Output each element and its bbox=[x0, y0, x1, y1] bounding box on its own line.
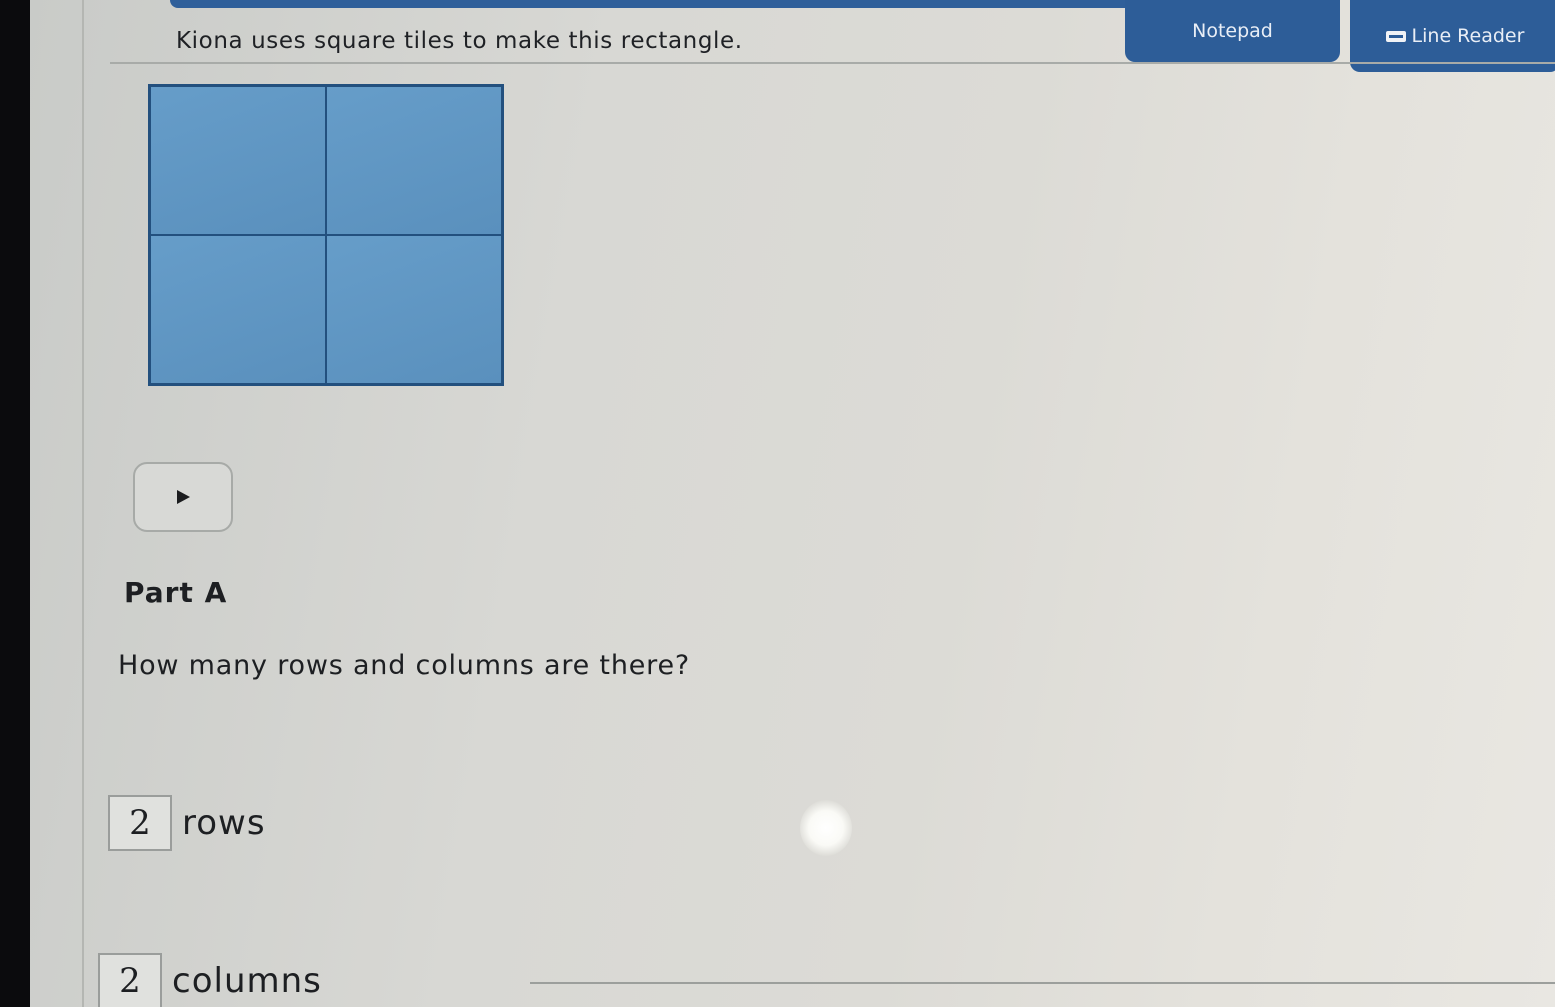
square-tile bbox=[326, 86, 502, 235]
columns-input[interactable] bbox=[98, 953, 162, 1007]
rows-input[interactable] bbox=[108, 795, 172, 851]
tile-rectangle-figure bbox=[148, 84, 504, 386]
screen-edge bbox=[82, 0, 84, 1007]
square-tile bbox=[326, 235, 502, 384]
question-prompt: Kiona uses square tiles to make this rec… bbox=[176, 28, 743, 54]
columns-label: columns bbox=[172, 961, 322, 1001]
test-screen: Notepad Line Reader Kiona uses square ti… bbox=[30, 0, 1555, 1007]
columns-answer-row: columns bbox=[98, 953, 322, 1007]
play-icon bbox=[176, 490, 190, 504]
line-reader-icon bbox=[1385, 30, 1406, 42]
part-question: How many rows and columns are there? bbox=[118, 650, 690, 681]
square-tile bbox=[150, 235, 326, 384]
header-divider bbox=[110, 62, 1555, 64]
play-audio-button[interactable] bbox=[133, 462, 233, 532]
notepad-button[interactable]: Notepad bbox=[1125, 0, 1340, 62]
toolbar-left-tab bbox=[170, 0, 1210, 8]
notepad-label: Notepad bbox=[1192, 20, 1273, 42]
line-reader-label: Line Reader bbox=[1411, 25, 1525, 47]
rows-answer-row: rows bbox=[108, 795, 266, 851]
screen-glare bbox=[800, 800, 852, 856]
part-heading: Part A bbox=[124, 576, 228, 609]
bottom-divider bbox=[530, 982, 1555, 984]
square-tile bbox=[150, 86, 326, 235]
rows-label: rows bbox=[182, 803, 266, 843]
